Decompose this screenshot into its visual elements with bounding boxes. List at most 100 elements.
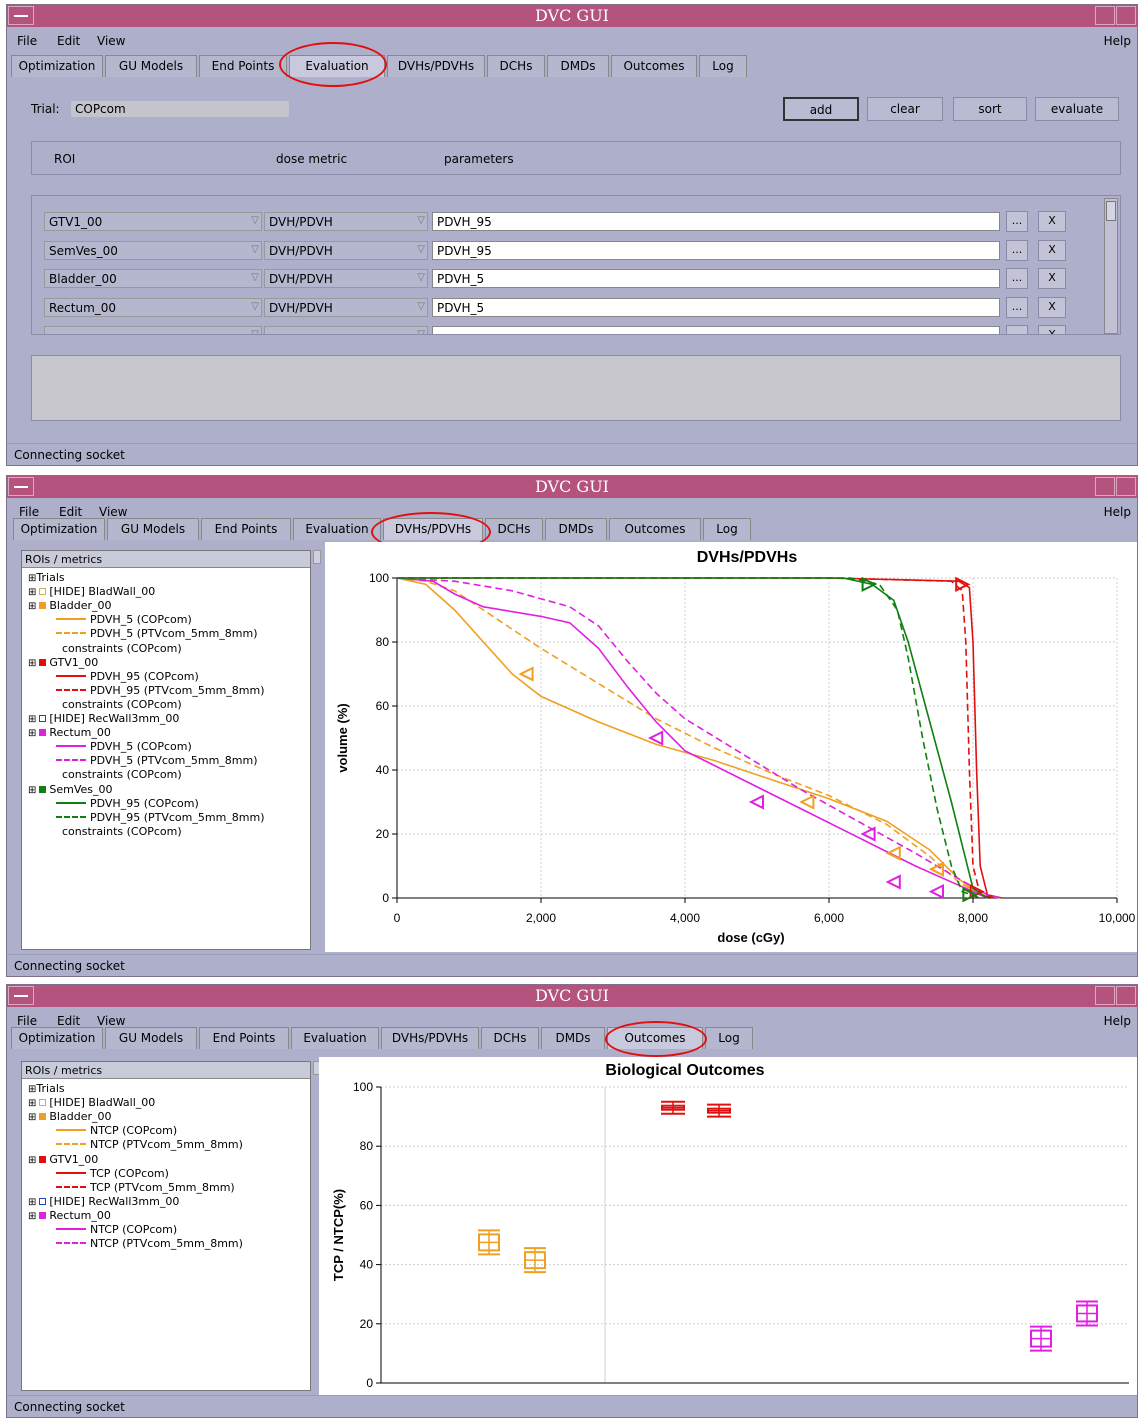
tree-item-curve[interactable]: PDVH_95 (COPcom) [56,670,199,683]
tab-end-points[interactable]: End Points [201,518,291,540]
tab-dmds[interactable]: DMDs [545,518,607,540]
expand-icon[interactable]: ⊞ [28,1197,36,1208]
tree-item-roi[interactable]: ⊞ [HIDE] BladWall_00 [28,585,155,599]
expand-icon[interactable]: ⊞ [28,1211,36,1222]
tab-dchs[interactable]: DCHs [485,518,543,540]
tree-item-curve[interactable]: PDVH_5 (COPcom) [56,740,192,753]
tree-item-roi[interactable]: ⊞ [HIDE] BladWall_00 [28,1096,155,1110]
sort-button[interactable]: sort [953,97,1027,121]
tree-item-roi[interactable]: ⊞ [HIDE] RecWall3mm_00 [28,712,179,726]
tab-gu-models[interactable]: GU Models [107,518,199,540]
menu-edit[interactable]: Edit [57,1014,80,1028]
tree-item-root[interactable]: ⊞Trials [28,571,65,585]
browse-button[interactable]: ... [1006,268,1028,289]
minimize-button[interactable] [1095,477,1115,496]
tree-item-roi[interactable]: ⊞ Rectum_00 [28,726,111,740]
menu-edit[interactable]: Edit [57,34,80,48]
roi-select[interactable]: ▽ [44,326,262,334]
tree-item-curve[interactable]: NTCP (PTVcom_5mm_8mm) [56,1237,243,1250]
menu-file[interactable]: File [17,1014,37,1028]
tree-item-cons[interactable]: constraints (COPcom) [62,698,182,711]
window-title-bar[interactable]: DVC GUI [7,985,1137,1007]
evaluate-button[interactable]: evaluate [1035,97,1119,121]
tab-log[interactable]: Log [705,1027,753,1049]
tree-item-root[interactable]: ⊞Trials [28,1082,65,1096]
tree-item-cons[interactable]: constraints (COPcom) [62,768,182,781]
tab-log[interactable]: Log [703,518,751,540]
add-button[interactable]: add [783,97,859,121]
menu-help[interactable]: Help [1104,34,1131,48]
browse-button[interactable]: ... [1006,325,1028,334]
browse-button[interactable]: ... [1006,211,1028,232]
expand-icon[interactable]: ⊞ [28,785,36,796]
tree-item-roi[interactable]: ⊞ Bladder_00 [28,1110,112,1124]
tab-outcomes[interactable]: Outcomes [611,55,697,77]
scroll-thumb[interactable] [1106,201,1116,221]
tab-end-points[interactable]: End Points [199,1027,289,1049]
roi-select[interactable]: Bladder_00 ▽ [44,269,262,288]
dose-metric-select[interactable]: ▽ [264,326,428,334]
tab-optimization[interactable]: Optimization [13,518,105,540]
remove-row-button[interactable]: X [1038,211,1066,232]
tab-evaluation[interactable]: Evaluation [293,518,381,540]
trial-field[interactable]: COPcom [71,101,289,117]
roi-select[interactable]: SemVes_00 ▽ [44,240,262,260]
tree-item-roi[interactable]: ⊞ Rectum_00 [28,1209,111,1223]
menu-view[interactable]: View [99,505,127,519]
roi-select[interactable]: Rectum_00 ▽ [44,297,262,317]
window-title-bar[interactable]: DVC GUI [7,5,1137,27]
menu-help[interactable]: Help [1104,1014,1131,1028]
menu-view[interactable]: View [97,34,125,48]
parameters-field[interactable]: PDVH_5 [432,297,1000,317]
dose-metric-select[interactable]: DVH/PDVH ▽ [264,269,428,288]
expand-icon[interactable]: ⊞ [28,601,36,612]
window-title-bar[interactable]: DVC GUI [7,476,1137,498]
maximize-button[interactable] [1116,6,1136,25]
dose-metric-select[interactable]: DVH/PDVH ▽ [264,212,428,231]
tree-item-curve[interactable]: TCP (COPcom) [56,1167,169,1180]
menu-view[interactable]: View [97,1014,125,1028]
expand-icon[interactable]: ⊞ [28,1112,36,1123]
tree-item-roi[interactable]: ⊞ GTV1_00 [28,656,98,670]
window-menu-button[interactable] [8,986,34,1005]
parameters-field[interactable]: PDVH_5 [432,269,1000,288]
tab-gu-models[interactable]: GU Models [105,1027,197,1049]
tab-optimization[interactable]: Optimization [11,1027,103,1049]
parameters-field[interactable] [432,326,1000,334]
browse-button[interactable]: ... [1006,296,1028,318]
minimize-button[interactable] [1095,6,1115,25]
menu-file[interactable]: File [19,505,39,519]
tab-dvhs-pdvhs[interactable]: DVHs/PDVHs [387,55,485,77]
tab-dmds[interactable]: DMDs [541,1027,605,1049]
tree-item-roi[interactable]: ⊞ SemVes_00 [28,783,113,797]
tab-end-points[interactable]: End Points [199,55,287,77]
parameters-field[interactable]: PDVH_95 [432,212,1000,231]
window-menu-button[interactable] [8,6,34,25]
tab-dmds[interactable]: DMDs [547,55,609,77]
window-menu-button[interactable] [8,477,34,496]
tree-item-curve[interactable]: TCP (PTVcom_5mm_8mm) [56,1181,235,1194]
maximize-button[interactable] [1116,477,1136,496]
menu-file[interactable]: File [17,34,37,48]
tab-dvhs-pdvhs[interactable]: DVHs/PDVHs [381,1027,479,1049]
tree-item-curve[interactable]: PDVH_95 (PTVcom_5mm_8mm) [56,684,265,697]
dose-metric-select[interactable]: DVH/PDVH ▽ [264,240,428,260]
minimize-button[interactable] [1095,986,1115,1005]
remove-row-button[interactable]: X [1038,268,1066,289]
tree-item-cons[interactable]: constraints (COPcom) [62,642,182,655]
tab-dchs[interactable]: DCHs [481,1027,539,1049]
tree-item-curve[interactable]: NTCP (COPcom) [56,1124,177,1137]
tab-outcomes[interactable]: Outcomes [609,518,701,540]
expand-icon[interactable]: ⊞ [28,587,36,598]
clear-button[interactable]: clear [867,97,943,121]
tree-item-curve[interactable]: NTCP (COPcom) [56,1223,177,1236]
roi-select[interactable]: GTV1_00 ▽ [44,212,262,231]
tree-item-curve[interactable]: PDVH_5 (PTVcom_5mm_8mm) [56,627,258,640]
tree-item-roi[interactable]: ⊞ [HIDE] RecWall3mm_00 [28,1195,179,1209]
expand-icon[interactable]: ⊞ [28,1155,36,1166]
tree-item-curve[interactable]: PDVH_95 (PTVcom_5mm_8mm) [56,811,265,824]
browse-button[interactable]: ... [1006,239,1028,261]
tab-evaluation[interactable]: Evaluation [291,1027,379,1049]
tree-item-roi[interactable]: ⊞ Bladder_00 [28,599,112,613]
parameters-field[interactable]: PDVH_95 [432,240,1000,260]
